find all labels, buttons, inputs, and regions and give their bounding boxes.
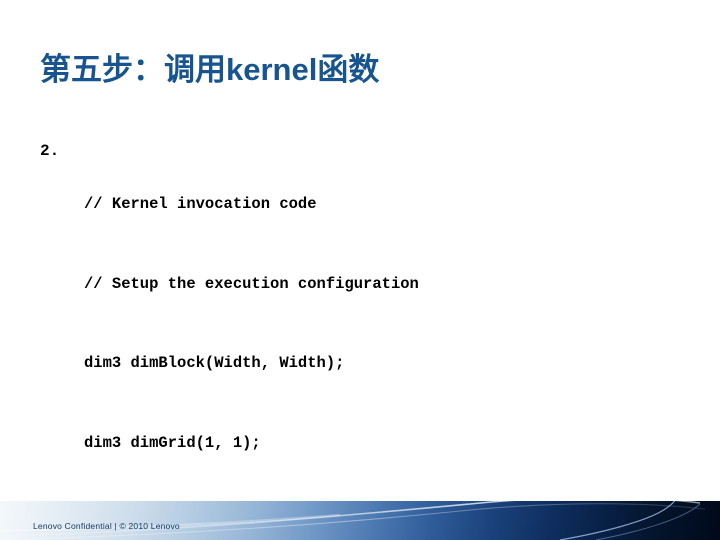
slide-canvas: 第五步：调用kernel函数 2. // Kernel invocation c… <box>0 0 720 540</box>
code-line: // Kernel invocation code <box>84 195 317 213</box>
slide-title: 第五步：调用kernel函数 <box>40 52 380 87</box>
code-block: // Kernel invocation code // Setup the e… <box>84 138 690 540</box>
confidentiality-note: Lenovo Confidential | © 2010 Lenovo <box>33 521 180 531</box>
code-line: dim3 dimBlock(Width, Width); <box>84 354 345 372</box>
list-item-number: 2. <box>40 142 60 160</box>
code-line: dim3 dimGrid(1, 1); <box>84 433 261 452</box>
code-line: // Setup the execution configuration <box>84 274 419 293</box>
numbered-code-item: 2. // Kernel invocation code // Setup th… <box>40 138 690 540</box>
slide-body: 2. // Kernel invocation code // Setup th… <box>40 138 690 540</box>
